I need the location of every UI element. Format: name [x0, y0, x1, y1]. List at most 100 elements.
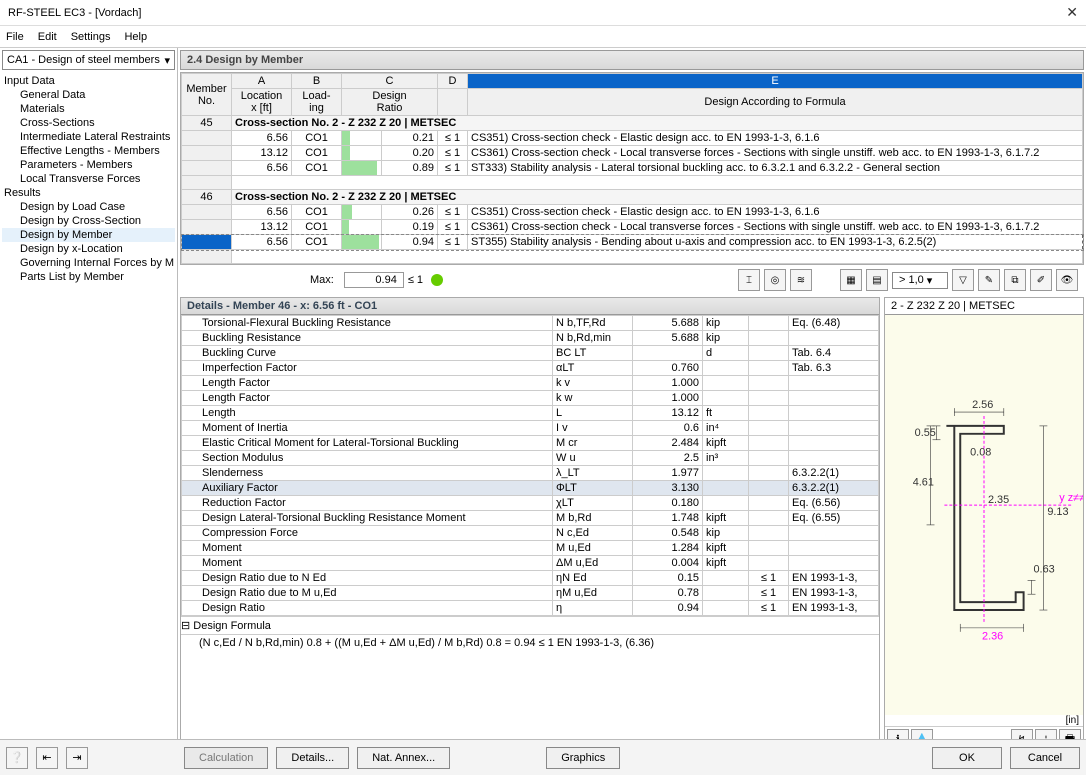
formula-header[interactable]: Design Formula	[193, 620, 271, 632]
tree-item[interactable]: Design by x-Location	[2, 242, 175, 256]
tree-group[interactable]: Results	[2, 186, 175, 200]
tree-item[interactable]: General Data	[2, 88, 175, 102]
svg-text:0.63: 0.63	[1034, 563, 1055, 575]
tree-item[interactable]: Parameters - Members	[2, 158, 175, 172]
table-row[interactable]: 13.12CO1 0.20≤ 1 CS361) Cross-section ch…	[182, 146, 1083, 161]
table-row[interactable]: 6.56CO1 0.89≤ 1 ST333) Stability analysi…	[182, 161, 1083, 176]
svg-text:0.08: 0.08	[970, 447, 991, 459]
results-toolbar: Max: 0.94 ≤ 1 ⌶ ◎ ≋ ▦ ▤ > 1,0▾ ▽ ✎ ⧉ ✐ 👁	[180, 267, 1084, 293]
tool-btn-3[interactable]: ≋	[790, 269, 812, 291]
section-diagram[interactable]: 2.56 0.55 0.08 2.35 9.13 4.61 0.63 2.36 …	[885, 315, 1083, 715]
row-number: 46	[182, 190, 232, 205]
tool-btn-7[interactable]: ✐	[1030, 269, 1052, 291]
col-member: Member	[186, 83, 226, 95]
menu-file[interactable]: File	[6, 31, 24, 43]
tree-item[interactable]: Local Transverse Forces	[2, 172, 175, 186]
tree-item[interactable]: Parts List by Member	[2, 270, 175, 284]
help-icon[interactable]: ❔	[6, 747, 28, 769]
detail-row[interactable]: Design Ratioη0.94≤ 1EN 1993-1-3,	[182, 601, 879, 616]
window-title: RF-STEEL EC3 - [Vordach]	[8, 7, 1066, 19]
detail-row[interactable]: Buckling CurveBC LTdTab. 6.4	[182, 346, 879, 361]
titlebar: RF-STEEL EC3 - [Vordach] ✕	[0, 0, 1086, 26]
detail-row[interactable]: Torsional-Flexural Buckling ResistanceN …	[182, 316, 879, 331]
diagram-unit: [in]	[885, 715, 1083, 726]
detail-row[interactable]: Reduction FactorχLT0.180Eq. (6.56)	[182, 496, 879, 511]
max-value: 0.94	[344, 272, 404, 288]
table-row[interactable]: 13.12CO1 0.19≤ 1 CS361) Cross-section ch…	[182, 220, 1083, 235]
status-ok-icon	[431, 274, 443, 286]
svg-text:9.13: 9.13	[1047, 506, 1068, 518]
tree-group[interactable]: Input Data	[2, 74, 175, 88]
tool-btn-2[interactable]: ◎	[764, 269, 786, 291]
table-row[interactable]: 6.56CO1 0.94≤ 1 ST355) Stability analysi…	[182, 235, 1083, 250]
annex-button[interactable]: Nat. Annex...	[357, 747, 450, 769]
details-header: Details - Member 46 - x: 6.56 ft - CO1	[181, 298, 879, 315]
detail-row[interactable]: Compression ForceN c,Ed0.548kip	[182, 526, 879, 541]
group-header: Cross-section No. 2 - Z 232 Z 20 | METSE…	[232, 190, 1083, 205]
tree-item[interactable]: Materials	[2, 102, 175, 116]
detail-row[interactable]: Section ModulusW u2.5in³	[182, 451, 879, 466]
tree-item[interactable]: Design by Load Case	[2, 200, 175, 214]
calculation-button[interactable]: Calculation	[184, 747, 268, 769]
close-icon[interactable]: ✕	[1066, 4, 1078, 21]
detail-row[interactable]: Buckling ResistanceN b,Rd,min5.688kip	[182, 331, 879, 346]
detail-row[interactable]: Moment of InertiaI v0.6in⁴	[182, 421, 879, 436]
tree-item[interactable]: Design by Cross-Section	[2, 214, 175, 228]
svg-text:2.36: 2.36	[982, 631, 1003, 643]
menu-edit[interactable]: Edit	[38, 31, 57, 43]
tree-item[interactable]: Intermediate Lateral Restraints	[2, 130, 175, 144]
table-row[interactable]: 6.56CO1 0.21≤ 1 CS351) Cross-section che…	[182, 131, 1083, 146]
chevron-down-icon: ▾	[927, 274, 933, 287]
table-row[interactable]: 6.56CO1 0.26≤ 1 CS351) Cross-section che…	[182, 205, 1083, 220]
tool-excel-icon[interactable]: ⧉	[1004, 269, 1026, 291]
detail-row[interactable]: Design Ratio due to N EdηN Ed0.15≤ 1EN 1…	[182, 571, 879, 586]
detail-row[interactable]: LengthL13.12ft	[182, 406, 879, 421]
ok-button[interactable]: OK	[932, 747, 1002, 769]
details-button[interactable]: Details...	[276, 747, 349, 769]
tool-btn-4[interactable]: ▦	[840, 269, 862, 291]
detail-row[interactable]: Slendernessλ_LT1.9776.3.2.2(1)	[182, 466, 879, 481]
detail-row[interactable]: Auxiliary FactorΦLT3.1306.3.2.2(1)	[182, 481, 879, 496]
section-header: 2.4 Design by Member	[180, 50, 1084, 70]
tool-btn-5[interactable]: ▤	[866, 269, 888, 291]
detail-row[interactable]: Design Ratio due to M u,EdηM u,Ed0.78≤ 1…	[182, 586, 879, 601]
tree-item[interactable]: Design by Member	[2, 228, 175, 242]
nav-next-icon[interactable]: ⇥	[66, 747, 88, 769]
detail-row[interactable]: Length Factork w1.000	[182, 391, 879, 406]
nav-prev-icon[interactable]: ⇤	[36, 747, 58, 769]
detail-row[interactable]: Elastic Critical Moment for Lateral-Tors…	[182, 436, 879, 451]
detail-row[interactable]: MomentM u,Ed1.284kipft	[182, 541, 879, 556]
group-header: Cross-section No. 2 - Z 232 Z 20 | METSE…	[232, 116, 1083, 131]
details-pane: Details - Member 46 - x: 6.56 ft - CO1 T…	[180, 297, 880, 752]
tool-eye-icon[interactable]: 👁	[1056, 269, 1078, 291]
detail-row[interactable]: Imperfection FactorαLT0.760Tab. 6.3	[182, 361, 879, 376]
detail-row[interactable]: Length Factork v1.000	[182, 376, 879, 391]
svg-text:y z≠≠: y z≠≠	[1059, 492, 1083, 504]
svg-text:2.56: 2.56	[972, 399, 993, 411]
diagram-title: 2 - Z 232 Z 20 | METSEC	[885, 298, 1083, 315]
case-dropdown[interactable]: CA1 - Design of steel members ▾	[2, 50, 175, 70]
cancel-button[interactable]: Cancel	[1010, 747, 1080, 769]
tree-item[interactable]: Governing Internal Forces by M	[2, 256, 175, 270]
svg-text:0.55: 0.55	[915, 427, 936, 439]
chevron-down-icon: ▾	[164, 54, 170, 67]
detail-row[interactable]: MomentΔM u,Ed0.004kipft	[182, 556, 879, 571]
tool-btn-6[interactable]: ✎	[978, 269, 1000, 291]
filter-btn[interactable]: ▽	[952, 269, 974, 291]
max-limit: ≤ 1	[408, 274, 423, 286]
tool-btn-1[interactable]: ⌶	[738, 269, 760, 291]
nav-tree[interactable]: Input DataGeneral DataMaterialsCross-Sec…	[0, 72, 177, 754]
tree-item[interactable]: Cross-Sections	[2, 116, 175, 130]
menu-settings[interactable]: Settings	[71, 31, 111, 43]
formula-text: (N c,Ed / N b,Rd,min) 0.8 + ((M u,Ed + Δ…	[181, 634, 879, 651]
menubar: File Edit Settings Help	[0, 26, 1086, 48]
navigator-pane: CA1 - Design of steel members ▾ Input Da…	[0, 48, 178, 754]
svg-text:2.35: 2.35	[988, 494, 1009, 506]
detail-row[interactable]: Design Lateral-Torsional Buckling Resist…	[182, 511, 879, 526]
ratio-filter[interactable]: > 1,0▾	[892, 272, 948, 289]
results-table[interactable]: MemberNo. A B C D E Locationx [ft] Load-…	[180, 72, 1084, 265]
case-label: CA1 - Design of steel members	[7, 54, 164, 66]
menu-help[interactable]: Help	[124, 31, 147, 43]
graphics-button[interactable]: Graphics	[546, 747, 620, 769]
tree-item[interactable]: Effective Lengths - Members	[2, 144, 175, 158]
